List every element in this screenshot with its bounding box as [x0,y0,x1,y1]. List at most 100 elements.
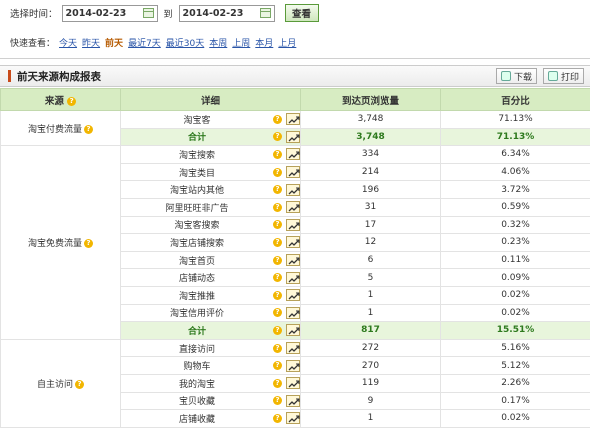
quick-link[interactable]: 上周 [232,36,250,49]
detail-label: 淘宝首页 [178,256,215,267]
question-icon[interactable]: ? [273,202,282,212]
quick-link[interactable]: 前天 [105,36,123,49]
detail-label: 淘宝信用评价 [169,309,224,320]
trend-chart-icon[interactable] [286,412,300,425]
date-range-label: 选择时间： [10,9,58,20]
view-button[interactable]: 查看 [284,4,319,22]
question-icon[interactable]: ? [273,290,282,300]
detail-label: 淘宝店铺搜索 [169,238,224,249]
question-icon[interactable]: ? [273,114,282,124]
question-icon[interactable]: ? [273,220,282,230]
header-source: 来源 ? [0,88,121,111]
views-cell: 119 [300,373,441,393]
question-icon[interactable]: ? [273,132,282,142]
detail-label: 我的淘宝 [178,379,215,390]
question-icon[interactable]: ? [273,185,282,195]
percent-cell: 5.16% [440,338,590,358]
views-cell: 1 [300,303,441,323]
percent-cell: 2.26% [440,373,590,393]
views-cell: 12 [300,233,441,252]
question-icon[interactable]: ? [75,379,84,389]
calendar-icon[interactable] [142,8,154,18]
views-cell: 334 [300,145,441,164]
question-icon[interactable]: ? [273,343,282,353]
question-icon[interactable]: ? [273,273,282,283]
question-icon[interactable]: ? [273,255,282,265]
quick-link[interactable]: 本月 [255,36,273,49]
calendar-icon[interactable] [259,8,271,18]
table-header-row: 来源 ? 详细 到达页浏览量 百分比 [0,88,590,111]
download-button[interactable]: 下载 [495,68,537,84]
detail-label: 淘宝类目 [178,168,215,179]
trend-chart-icon[interactable] [286,113,300,126]
views-cell: 31 [300,197,441,217]
trend-chart-icon[interactable] [286,342,300,355]
end-date-input[interactable]: 2014-02-23 [178,4,275,22]
report-panel-header: 前天来源构成报表 下载 打印 [0,65,590,87]
trend-chart-icon[interactable] [286,254,300,267]
title-accent-bar [8,70,11,82]
trend-chart-icon[interactable] [286,166,300,179]
trend-chart-icon[interactable] [286,130,300,143]
table-row: 自主访问? 直接访问? 272 5.16% [0,338,590,428]
question-icon[interactable]: ? [273,325,282,335]
date-filter: 选择时间： 2014-02-23 到 2014-02-23 查看 [10,4,319,22]
trend-chart-icon[interactable] [286,377,300,390]
total-label: 合计 [187,326,206,337]
views-cell: 3,748 [300,110,441,129]
percent-cell: 0.09% [440,268,590,287]
trend-chart-icon[interactable] [286,183,300,196]
quick-link[interactable]: 最近30天 [166,36,204,49]
quick-link[interactable]: 本周 [209,36,227,49]
source-cell: 淘宝付费流量? [0,109,121,147]
percent-cell: 4.06% [440,162,590,182]
trend-chart-icon[interactable] [286,148,300,161]
question-icon[interactable]: ? [273,361,282,371]
question-icon[interactable]: ? [273,413,282,423]
question-icon[interactable]: ? [84,238,93,248]
percent-cell: 0.23% [440,233,590,252]
trend-chart-icon[interactable] [286,236,300,249]
question-icon[interactable]: ? [273,308,282,318]
detail-label: 直接访问 [178,344,215,355]
question-icon[interactable]: ? [273,149,282,159]
views-cell: 1 [300,409,441,428]
question-icon[interactable]: ? [273,237,282,247]
question-icon[interactable]: ? [273,396,282,406]
trend-chart-icon[interactable] [286,218,300,231]
percent-cell: 0.02% [440,285,590,305]
views-cell: 196 [300,180,441,199]
trend-chart-icon[interactable] [286,306,300,319]
quick-link[interactable]: 昨天 [82,36,100,49]
to-label: 到 [163,9,173,20]
quick-link[interactable]: 最近7天 [128,36,161,49]
detail-label: 淘宝搜索 [178,150,215,161]
percent-cell: 0.59% [440,197,590,217]
start-date-input[interactable]: 2014-02-23 [61,4,158,22]
percent-cell: 0.11% [440,250,590,270]
detail-label: 淘宝客 [183,115,211,126]
trend-chart-icon[interactable] [286,271,300,284]
views-cell: 6 [300,250,441,270]
trend-chart-icon[interactable] [286,394,300,407]
percent-cell: 0.32% [440,215,590,235]
views-cell: 270 [300,356,441,375]
percent-cell: 5.12% [440,356,590,375]
question-icon[interactable]: ? [84,124,93,134]
question-icon[interactable]: ? [67,96,77,106]
trend-chart-icon[interactable] [286,359,300,372]
quick-link[interactable]: 今天 [59,36,77,49]
percent-cell: 0.02% [440,409,590,428]
header-views: 到达页浏览量 [300,88,441,111]
quick-view-label: 快速查看： [10,39,56,49]
quick-link[interactable]: 上月 [278,36,296,49]
detail-label: 店铺动态 [178,274,215,285]
trend-chart-icon[interactable] [286,289,300,302]
question-icon[interactable]: ? [273,167,282,177]
percent-cell: 0.17% [440,391,590,411]
question-icon[interactable]: ? [273,378,282,388]
print-button[interactable]: 打印 [542,68,584,84]
trend-chart-icon[interactable] [286,324,300,337]
detail-label: 宝贝收藏 [178,397,215,408]
trend-chart-icon[interactable] [286,201,300,214]
